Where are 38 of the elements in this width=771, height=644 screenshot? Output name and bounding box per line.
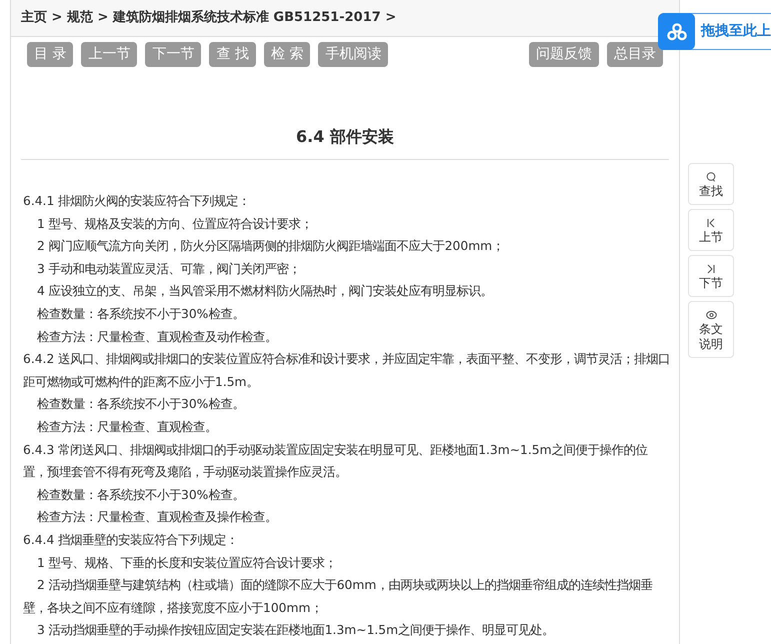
clause-text: 6.4.3 常闭送风口、排烟阀或排烟口的手动驱动装置应固定安装在明显可见、距楼地面1.3m~1.5m之间便于操作的位置，预埋套管不得有死弯及瘪陷，手动驱动装置操作应灵活。 [23,442,649,482]
item-text: 检查数量：各系统按不小于30%检查。 [36,306,246,323]
side-tool-button[interactable]: 下节 [688,255,734,297]
nav-button[interactable]: 总目录 [607,42,663,67]
nav-button[interactable]: 手机阅读 [318,42,388,67]
eye-icon [706,310,716,320]
breadcrumb: 主页 > 规范 > 建筑防烟排烟系统技术标准 GB51251-2017 > [11,0,679,37]
nav-button[interactable]: 上一节 [81,42,138,67]
skip-forward-icon [706,264,716,274]
item-text: 1 型号、规格、下垂的长度和安装位置应符合设计要求； [36,554,338,572]
cloud-icon [658,13,695,50]
nav-button[interactable]: 问题反馈 [529,42,599,67]
upload-label: 拖拽至此上 [701,22,771,41]
nav-button[interactable]: 查 找 [209,42,256,67]
item-text: 检查方法：尺量检查、直观检查及动作检查。 [36,328,278,346]
item-text: 检查方法：尺量检查、直观检查。 [36,418,218,436]
clause-text: 6.4.2 送风口、排烟阀或排烟口的安装位置应符合标准和设计要求，并应固定牢靠，表面平整、不变形，调节灵活；排烟口距可燃物或可燃构件的距离不应小于1.5m。 [23,351,671,391]
item-text: 1 型号、规格及安装的方向、位置应符合设计要求； [36,216,314,233]
side-tool-button[interactable]: 上节 [688,209,734,251]
search-icon [706,172,716,182]
item-text: 检查数量：各系统按不小于30%检查。 [36,396,246,414]
clause-text: 6.4.1 排烟防火阀的安装应符合下列规定： [23,193,252,210]
item-text: 4 应设独立的支、吊架，当风管采用不燃材料防火隔热时，阀门安装处应有明显标识。 [36,283,494,300]
item-text: 检查方法：尺量检查、直观检查及操作检查。 [36,509,278,526]
side-tool-button[interactable]: 查找 [688,163,734,205]
item-text: 检查数量：各系统按不小于30%检查。 [36,486,246,504]
skip-back-icon [706,218,716,228]
upload-widget[interactable]: 拖拽至此上 [658,13,771,50]
side-tool-button[interactable]: 条文说明 [688,301,734,358]
nav-button[interactable]: 检 索 [264,42,310,67]
item-text: 3 手动和电动装置应灵活、可靠，阀门关闭严密； [36,260,302,278]
item-text: 2 活动挡烟垂壁与建筑结构（柱或墙）面的缝隙不应大于60mm，由两块或两块以上的挡烟垂帘组成的连续性挡烟垂壁，各块之间不应有缝隙，搭接宽度不应小于100mm； [23,577,654,617]
clause-text: 6.4.4 挡烟垂壁的安装应符合下列规定： [23,532,240,549]
section-heading: 6.4 部件安装 [21,125,669,160]
nav-button[interactable]: 下一节 [145,42,202,67]
item-text: 3 活动挡烟垂壁的手动操作按钮应固定安装在距楼地面1.3m~1.5m之间便于操作、明显可见处。 [36,622,556,640]
nav-button[interactable]: 目 录 [27,42,74,67]
item-text: 2 阀门应顺气流方向关闭，防火分区隔墙两侧的排烟防火阀距墙端面不应大于200mm； [36,238,506,256]
